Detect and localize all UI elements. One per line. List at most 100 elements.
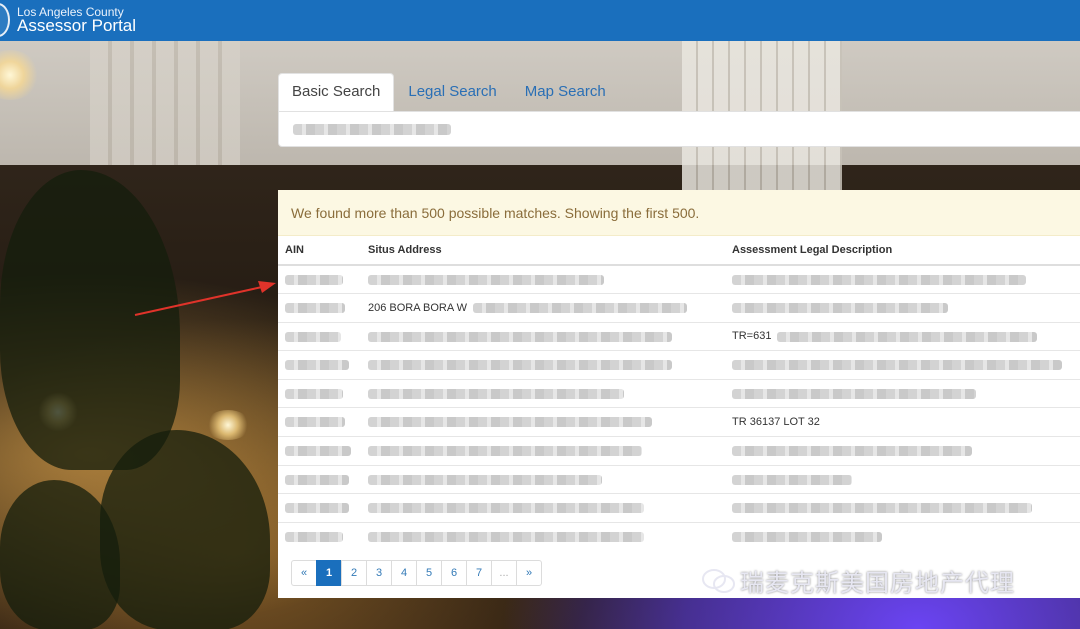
redacted-text xyxy=(473,302,688,313)
redacted-text xyxy=(285,474,349,485)
table-row[interactable] xyxy=(278,378,1080,408)
redacted-text xyxy=(368,360,672,371)
page-ellipsis[interactable]: ... xyxy=(491,560,517,586)
cell-ain xyxy=(278,464,361,494)
cell-ain xyxy=(278,436,361,466)
table-row[interactable] xyxy=(278,464,1080,494)
cell-legal-description xyxy=(725,293,1080,323)
cell-situs-address: 206 BORA BORA W xyxy=(361,293,725,323)
page-button-3[interactable]: 3 xyxy=(366,560,392,586)
tab-legal-search[interactable]: Legal Search xyxy=(394,73,510,111)
redacted-text xyxy=(368,417,652,428)
column-header-situs-address[interactable]: Situs Address xyxy=(361,236,725,266)
search-field-wrapper xyxy=(278,111,1080,147)
prev-page-button[interactable]: « xyxy=(291,560,317,586)
redacted-text xyxy=(368,503,644,514)
table-row[interactable] xyxy=(278,521,1080,551)
redacted-text xyxy=(285,360,349,371)
redacted-text xyxy=(368,474,602,485)
cell-situs-address xyxy=(361,493,725,523)
tab-basic-search[interactable]: Basic Search xyxy=(278,73,395,111)
redacted-text xyxy=(732,474,852,485)
redacted-text xyxy=(285,274,343,285)
redacted-text xyxy=(368,388,624,399)
cell-legal-description: TR 36137 LOT 32 xyxy=(725,407,1080,437)
table-row[interactable] xyxy=(278,436,1080,466)
cell-ain xyxy=(278,521,361,551)
redacted-text xyxy=(732,503,1032,514)
cell-ain xyxy=(278,493,361,523)
cell-situs-address xyxy=(361,436,725,466)
portal-title[interactable]: Assessor Portal xyxy=(17,16,136,36)
cell-situs-address xyxy=(361,378,725,408)
cell-ain xyxy=(278,378,361,408)
redacted-text xyxy=(732,360,1062,371)
redacted-text xyxy=(285,445,351,456)
redacted-text xyxy=(368,331,672,342)
county-seal-icon xyxy=(0,3,10,37)
cell-ain xyxy=(278,264,361,294)
cell-ain xyxy=(278,407,361,437)
redacted-text xyxy=(285,331,341,342)
cell-legal-description xyxy=(725,464,1080,494)
redacted-search-text xyxy=(293,124,451,135)
cell-legal-description xyxy=(725,350,1080,380)
cell-situs-address xyxy=(361,464,725,494)
redacted-text xyxy=(285,417,345,428)
watermark-text: 瑞麦克斯美国房地产代理 xyxy=(740,569,1015,597)
redacted-text xyxy=(285,388,343,399)
page-button-6[interactable]: 6 xyxy=(441,560,467,586)
redacted-text xyxy=(732,274,1026,285)
redacted-text xyxy=(368,445,642,456)
cell-legal-description xyxy=(725,378,1080,408)
results-alert: We found more than 500 possible matches.… xyxy=(278,190,1080,236)
page-button-1[interactable]: 1 xyxy=(316,560,342,586)
page-button-2[interactable]: 2 xyxy=(341,560,367,586)
top-navbar: Los Angeles County Assessor Portal xyxy=(0,0,1080,41)
cell-situs-address xyxy=(361,350,725,380)
results-table: AIN Situs Address Assessment Legal Descr… xyxy=(278,236,1080,551)
tab-map-search[interactable]: Map Search xyxy=(511,73,620,111)
table-row[interactable]: TR=631 xyxy=(278,321,1080,351)
cell-legal-description: TR=631 xyxy=(725,321,1080,351)
watermark: 瑞麦克斯美国房地产代理 xyxy=(700,563,1015,598)
column-header-legal-description[interactable]: Assessment Legal Description xyxy=(725,236,1080,266)
cell-text: TR 36137 LOT 32 xyxy=(732,416,820,429)
cell-legal-description xyxy=(725,521,1080,551)
cell-legal-description xyxy=(725,264,1080,294)
redacted-text xyxy=(368,531,644,542)
search-tabs: Basic Search Legal Search Map Search xyxy=(278,73,620,111)
redacted-text xyxy=(777,331,1038,342)
table-row[interactable] xyxy=(278,493,1080,523)
next-page-button[interactable]: » xyxy=(516,560,542,586)
cell-situs-address xyxy=(361,407,725,437)
pagination: «1 2 3 4 5 6 7...» xyxy=(291,560,542,586)
redacted-text xyxy=(732,445,972,456)
redacted-text xyxy=(732,531,882,542)
page-button-4[interactable]: 4 xyxy=(391,560,417,586)
page-button-7[interactable]: 7 xyxy=(466,560,492,586)
cell-legal-description xyxy=(725,436,1080,466)
cell-ain xyxy=(278,350,361,380)
table-row[interactable]: TR 36137 LOT 32 xyxy=(278,407,1080,437)
column-header-ain[interactable]: AIN xyxy=(278,236,361,266)
redacted-text xyxy=(285,503,349,514)
table-row[interactable] xyxy=(278,350,1080,380)
cell-situs-address xyxy=(361,521,725,551)
redacted-text xyxy=(285,531,343,542)
redacted-text xyxy=(732,302,948,313)
table-row[interactable]: 206 BORA BORA W xyxy=(278,293,1080,323)
redacted-text xyxy=(285,302,345,313)
cell-ain xyxy=(278,321,361,351)
cell-situs-address xyxy=(361,321,725,351)
table-row[interactable] xyxy=(278,264,1080,294)
cell-situs-address xyxy=(361,264,725,294)
results-panel: We found more than 500 possible matches.… xyxy=(278,190,1080,598)
cell-text: TR=631 xyxy=(732,330,772,343)
cell-text: 206 BORA BORA W xyxy=(368,301,468,314)
cell-ain xyxy=(278,293,361,323)
redacted-text xyxy=(732,388,976,399)
page-button-5[interactable]: 5 xyxy=(416,560,442,586)
cell-legal-description xyxy=(725,493,1080,523)
redacted-text xyxy=(368,274,604,285)
